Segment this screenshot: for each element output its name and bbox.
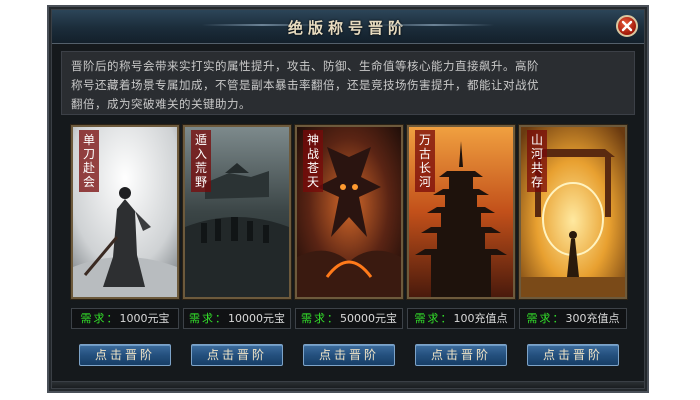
title-card-list: 单刀赴会 需求：1000元宝 点击晋阶 遁入荒野 需求：10000元宝 点击晋阶… — [71, 125, 631, 377]
requirement-1: 需求：1000元宝 — [71, 308, 179, 329]
requirement-label-2: 需求： — [189, 312, 228, 325]
card-title-3: 神战苍天 — [303, 130, 323, 192]
dialog-title: 绝版称号晋阶 — [287, 19, 408, 37]
requirement-value-2: 10000元宝 — [228, 312, 285, 325]
card-artwork-5: 山河共存 — [519, 125, 627, 299]
card-title-4: 万古长河 — [415, 130, 435, 192]
description-line-3: 翻倍，成为突破难关的关键助力。 — [71, 97, 251, 111]
description-line-2: 称号还藏着场景专属加成，不管是副本暴击率翻倍，还是竞技场伤害提升，都能让对战优 — [71, 78, 539, 92]
card-artwork-4: 万古长河 — [407, 125, 515, 299]
requirement-2: 需求：10000元宝 — [183, 308, 291, 329]
upgrade-button-2[interactable]: 点击晋阶 — [191, 344, 283, 366]
card-title-2: 遁入荒野 — [191, 130, 211, 192]
close-button[interactable] — [616, 15, 638, 37]
card-artwork-1: 单刀赴会 — [71, 125, 179, 299]
title-ornament-right — [374, 24, 494, 26]
requirement-3: 需求：50000元宝 — [295, 308, 403, 329]
title-upgrade-dialog: 绝版称号晋阶 晋阶后的称号会带来实打实的属性提升，攻击、防御、生命值等核心能力直… — [47, 5, 649, 393]
dialog-footer-border — [52, 381, 644, 388]
close-icon — [621, 20, 633, 32]
card-artwork-3: 神战苍天 — [295, 125, 403, 299]
requirement-value-4: 100充值点 — [453, 312, 508, 325]
requirement-label-1: 需求： — [80, 312, 120, 325]
requirement-label-4: 需求： — [414, 312, 454, 325]
card-artwork-2: 遁入荒野 — [183, 125, 291, 299]
requirement-value-5: 300充值点 — [565, 312, 620, 325]
upgrade-button-4[interactable]: 点击晋阶 — [415, 344, 507, 366]
upgrade-button-1[interactable]: 点击晋阶 — [79, 344, 171, 366]
upgrade-button-3[interactable]: 点击晋阶 — [303, 344, 395, 366]
requirement-label-3: 需求： — [301, 312, 340, 325]
description-box: 晋阶后的称号会带来实打实的属性提升，攻击、防御、生命值等核心能力直接飙升。高阶 … — [61, 51, 635, 115]
card-title-5: 山河共存 — [527, 130, 547, 192]
requirement-4: 需求：100充值点 — [407, 308, 515, 329]
description-line-1: 晋阶后的称号会带来实打实的属性提升，攻击、防御、生命值等核心能力直接飙升。高阶 — [71, 59, 539, 73]
dialog-titlebar: 绝版称号晋阶 — [52, 10, 644, 44]
upgrade-button-5[interactable]: 点击晋阶 — [527, 344, 619, 366]
requirement-value-1: 1000元宝 — [119, 312, 170, 325]
requirement-5: 需求：300充值点 — [519, 308, 627, 329]
requirement-value-3: 50000元宝 — [340, 312, 397, 325]
requirement-label-5: 需求： — [526, 312, 566, 325]
card-title-1: 单刀赴会 — [79, 130, 99, 192]
